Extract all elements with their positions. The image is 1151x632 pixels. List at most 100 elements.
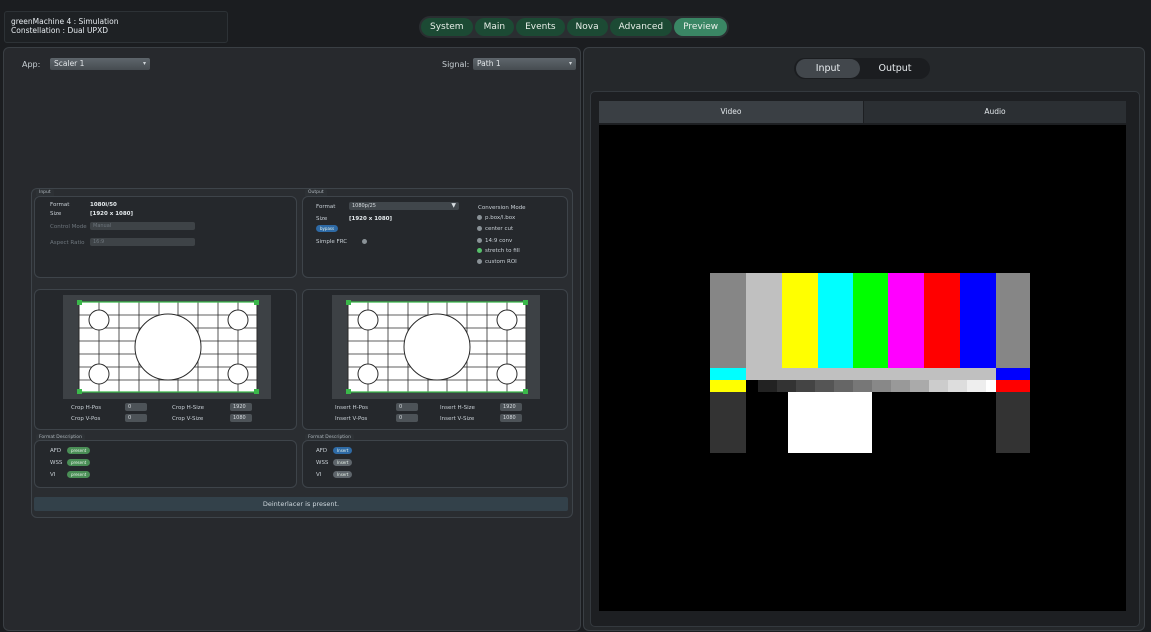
tab-input[interactable]: Input — [796, 59, 860, 78]
conversion-option-label: center cut — [485, 226, 514, 232]
app-title-line2: Constellation : Dual UPXD — [11, 26, 108, 35]
insert-hpos-input[interactable]: 0 — [396, 403, 418, 411]
aspect-ratio-select[interactable]: 16:9 — [90, 238, 195, 246]
crop-hpos-input[interactable]: 0 — [125, 403, 147, 411]
insert-vsize-label: Insert V-Size — [440, 416, 475, 422]
crop-hpos-value: 0 — [128, 404, 132, 410]
conversion-radio-14-9[interactable] — [477, 238, 482, 243]
color-bars-test-pattern — [710, 273, 1030, 453]
output-format-select[interactable]: 1080p/25 ▼ — [349, 202, 459, 210]
input-section: Format 1080i/50 Size [1920 x 1080] Contr… — [34, 196, 297, 278]
crop-vsize-label: Crop V-Size — [172, 416, 204, 422]
crop-vpos-input[interactable]: 0 — [125, 414, 147, 422]
simple-frc-label: Simple FRC — [316, 239, 348, 245]
conversion-option-label: stretch to fill — [485, 248, 520, 254]
conversion-option-label: custom ROI — [485, 259, 517, 265]
afd-label: AFD — [50, 448, 62, 454]
conversion-radio-custom[interactable] — [477, 259, 482, 264]
output-size-value: [1920 x 1080] — [349, 216, 393, 222]
vi-label: VI — [316, 472, 322, 478]
signal-select[interactable]: Path 1 ▾ — [473, 58, 576, 70]
insert-hpos-value: 0 — [399, 404, 403, 410]
wss-present-badge: present — [67, 459, 91, 466]
crop-hsize-input[interactable]: 1920 — [230, 403, 252, 411]
output-format-value: 1080p/25 — [352, 203, 376, 209]
conversion-radio-center[interactable] — [477, 226, 482, 231]
nav-main[interactable]: Main — [474, 18, 515, 36]
nav-events[interactable]: Events — [516, 18, 565, 36]
afd-label: AFD — [316, 448, 328, 454]
app-title-box: greenMachine 4 : Simulation Constellatio… — [4, 11, 228, 43]
output-size-label: Size — [316, 216, 328, 222]
insert-vpos-label: Insert V-Pos — [335, 416, 368, 422]
crop-hsize-value: 1920 — [233, 404, 246, 410]
vi-present-badge: present — [67, 471, 91, 478]
subtab-audio[interactable]: Audio — [864, 101, 1126, 123]
crop-panel: Crop H-Pos 0 Crop V-Pos 0 Crop H-Size 19… — [34, 289, 297, 430]
afd-present-badge: present — [67, 447, 91, 454]
insert-vpos-input[interactable]: 0 — [396, 414, 418, 422]
app-select-value: Scaler 1 — [54, 59, 85, 68]
crop-vpos-label: Crop V-Pos — [71, 416, 101, 422]
chevron-down-icon: ▾ — [568, 60, 572, 67]
app-label: App: — [22, 60, 41, 69]
afd-insert-button[interactable]: Insert — [333, 447, 353, 454]
output-section: Format 1080p/25 ▼ Size [1920 x 1080] bypa… — [302, 196, 568, 278]
insert-vpos-value: 0 — [399, 415, 403, 421]
control-mode-value: Manual — [93, 223, 112, 229]
conversion-option-label: p.box/l.box — [485, 215, 516, 221]
crop-hpos-label: Crop H-Pos — [71, 405, 102, 411]
insert-preview-grid[interactable] — [332, 295, 540, 399]
nav-advanced[interactable]: Advanced — [609, 18, 673, 36]
chevron-down-icon: ▼ — [451, 202, 456, 209]
subtab-video[interactable]: Video — [599, 101, 863, 123]
control-mode-select[interactable]: Manual — [90, 222, 195, 230]
insert-hpos-label: Insert H-Pos — [335, 405, 368, 411]
insert-panel: Insert H-Pos 0 Insert V-Pos 0 Insert H-S… — [302, 289, 568, 430]
crop-hsize-label: Crop H-Size — [172, 405, 204, 411]
preview-panel: Input Output Video Audio — [583, 47, 1145, 631]
format-desc-out: AFD Insert WSS Insert VI Insert — [302, 440, 568, 488]
tab-output[interactable]: Output — [862, 59, 928, 78]
main-nav: System Main Events Nova Advanced Preview — [419, 16, 730, 38]
format-desc-in: AFD present WSS present VI present — [34, 440, 297, 488]
output-format-label: Format — [316, 204, 336, 210]
insert-vsize-value: 1080 — [503, 415, 516, 421]
vi-label: VI — [50, 472, 56, 478]
input-section-header: Input — [36, 189, 54, 196]
input-format-value: 1080i/50 — [90, 202, 117, 208]
insert-vsize-input[interactable]: 1080 — [500, 414, 522, 422]
wss-label: WSS — [316, 460, 329, 466]
app-select[interactable]: Scaler 1 ▾ — [50, 58, 150, 70]
nav-preview[interactable]: Preview — [674, 18, 728, 36]
deinterlacer-status: Deinterlacer is present. — [34, 497, 568, 511]
simple-frc-toggle[interactable] — [362, 239, 367, 244]
app-title-line1: greenMachine 4 : Simulation — [11, 17, 119, 26]
wss-insert-button[interactable]: Insert — [333, 459, 353, 466]
input-format-label: Format — [50, 202, 70, 208]
crop-vsize-value: 1080 — [233, 415, 246, 421]
conversion-option-label: 14:9 conv — [485, 238, 513, 244]
signal-select-value: Path 1 — [477, 59, 501, 68]
insert-hsize-value: 1920 — [503, 404, 516, 410]
conversion-mode-label: Conversion Mode — [478, 205, 526, 211]
nav-nova[interactable]: Nova — [566, 18, 608, 36]
insert-hsize-input[interactable]: 1920 — [500, 403, 522, 411]
input-size-value: [1920 x 1080] — [90, 211, 134, 217]
chevron-down-icon: ▾ — [142, 60, 146, 67]
insert-hsize-label: Insert H-Size — [440, 405, 475, 411]
crop-preview-grid[interactable] — [63, 295, 271, 399]
vi-insert-button[interactable]: Insert — [333, 471, 353, 478]
nav-system[interactable]: System — [421, 18, 473, 36]
scaler-panel: App: Scaler 1 ▾ Signal: Path 1 ▾ Input For… — [3, 47, 581, 631]
wss-label: WSS — [50, 460, 63, 466]
control-mode-label: Control Mode — [50, 224, 87, 230]
input-size-label: Size — [50, 211, 62, 217]
video-preview — [599, 125, 1126, 611]
conversion-radio-pbox[interactable] — [477, 215, 482, 220]
signal-label: Signal: — [442, 60, 470, 69]
crop-vsize-input[interactable]: 1080 — [230, 414, 252, 422]
aspect-ratio-label: Aspect Ratio — [50, 240, 85, 246]
bypass-button[interactable]: bypass — [316, 225, 339, 232]
conversion-radio-stretch[interactable] — [477, 248, 482, 253]
